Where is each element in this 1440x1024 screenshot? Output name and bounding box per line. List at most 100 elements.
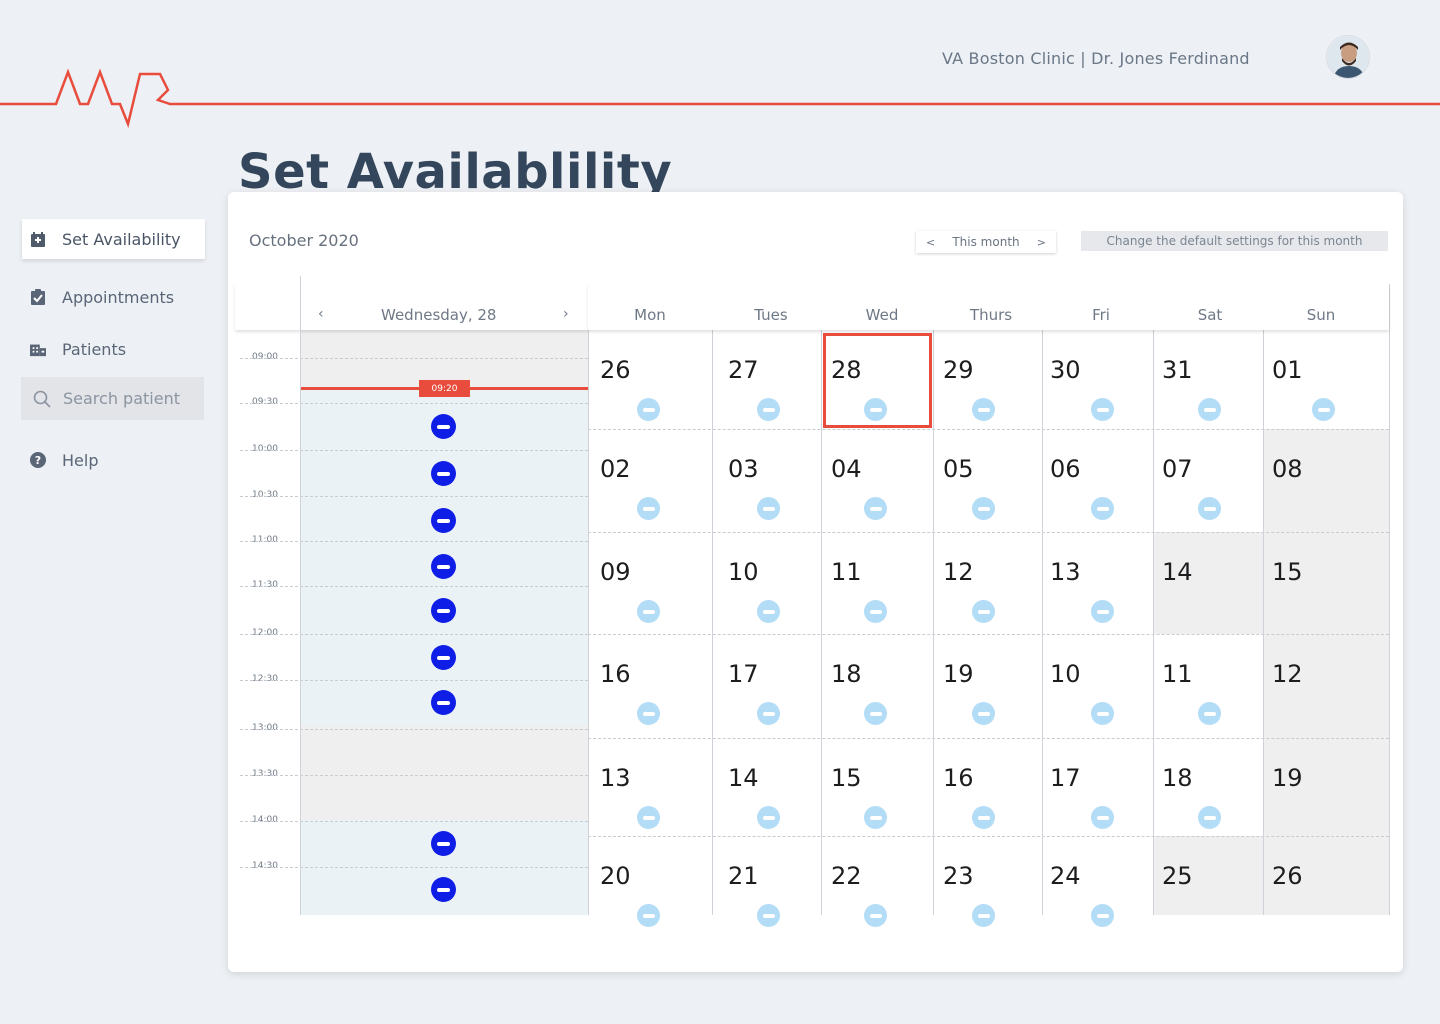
remove-availability-button[interactable] <box>757 904 780 927</box>
date-number: 19 <box>943 660 974 688</box>
weekday-label: Tues <box>754 306 788 324</box>
remove-availability-button[interactable] <box>637 600 660 623</box>
date-number: 09 <box>600 558 631 586</box>
remove-slot-button[interactable] <box>431 598 456 623</box>
remove-slot-button[interactable] <box>431 461 456 486</box>
day-view-divider <box>300 276 301 915</box>
remove-availability-button[interactable] <box>1091 904 1114 927</box>
search-icon <box>33 390 51 408</box>
search-placeholder: Search patient <box>63 389 180 408</box>
remove-slot-button[interactable] <box>431 831 456 856</box>
remove-availability-button[interactable] <box>637 806 660 829</box>
remove-availability-button[interactable] <box>757 702 780 725</box>
remove-availability-button[interactable] <box>1312 398 1335 421</box>
time-axis: 09:00 09:30 10:00 10:30 11:00 11:30 12:00 12:30… <box>240 330 301 915</box>
remove-availability-button[interactable] <box>972 398 995 421</box>
date-number: 20 <box>600 862 631 890</box>
search-patient-input[interactable]: Search patient <box>21 377 204 420</box>
remove-availability-button[interactable] <box>864 904 887 927</box>
prev-day-button[interactable]: ‹ <box>318 306 324 322</box>
this-month-button[interactable]: This month <box>952 235 1019 249</box>
sidebar-item-set-availability[interactable]: Set Availability <box>22 219 205 259</box>
remove-availability-button[interactable] <box>1091 398 1114 421</box>
weekday-label: Wed <box>865 306 899 324</box>
logo-heartbeat-line <box>0 68 1440 129</box>
time-label: 11:30 <box>252 580 278 590</box>
date-number: 22 <box>831 862 862 890</box>
date-number: 26 <box>600 356 631 384</box>
remove-availability-button[interactable] <box>757 497 780 520</box>
remove-availability-button[interactable] <box>972 600 995 623</box>
remove-availability-button[interactable] <box>1198 806 1221 829</box>
sidebar-item-help[interactable]: ? Help <box>22 440 98 480</box>
sidebar-item-patients[interactable]: Patients <box>22 329 126 369</box>
date-number: 29 <box>943 356 974 384</box>
remove-availability-button[interactable] <box>1091 702 1114 725</box>
date-number: 11 <box>831 558 862 586</box>
remove-availability-button[interactable] <box>637 497 660 520</box>
remove-availability-button[interactable] <box>864 806 887 829</box>
next-day-button[interactable]: › <box>563 306 569 322</box>
time-slot-divider <box>240 586 588 587</box>
weekday-header: Mon Tues Wed Thurs Fri Sat Sun <box>588 284 1389 330</box>
date-number: 17 <box>1050 764 1081 792</box>
remove-availability-button[interactable] <box>1091 806 1114 829</box>
time-slot-divider <box>240 358 588 359</box>
remove-availability-button[interactable] <box>864 702 887 725</box>
change-default-settings-button[interactable]: Change the default settings for this mon… <box>1081 231 1388 251</box>
next-month-button[interactable]: > <box>1037 236 1046 249</box>
date-number: 02 <box>600 455 631 483</box>
remove-availability-button[interactable] <box>1198 702 1221 725</box>
remove-availability-button[interactable] <box>972 904 995 927</box>
remove-availability-button[interactable] <box>972 806 995 829</box>
date-number: 31 <box>1162 356 1193 384</box>
avatar[interactable] <box>1326 35 1370 79</box>
date-number: 27 <box>728 356 759 384</box>
remove-slot-button[interactable] <box>431 414 456 439</box>
remove-slot-button[interactable] <box>431 877 456 902</box>
calendar-icon <box>30 231 46 247</box>
prev-month-button[interactable]: < <box>926 236 935 249</box>
remove-slot-button[interactable] <box>431 690 456 715</box>
time-slot-divider <box>240 775 588 776</box>
remove-availability-button[interactable] <box>757 806 780 829</box>
date-number: 11 <box>1162 660 1193 688</box>
remove-availability-button[interactable] <box>1091 497 1114 520</box>
remove-availability-button[interactable] <box>637 398 660 421</box>
remove-availability-button[interactable] <box>637 702 660 725</box>
remove-availability-button[interactable] <box>972 702 995 725</box>
selected-date-highlight <box>823 333 932 428</box>
date-number: 14 <box>728 764 759 792</box>
date-number: 30 <box>1050 356 1081 384</box>
date-number: 17 <box>728 660 759 688</box>
clinic-doctor-info: VA Boston Clinic | Dr. Jones Ferdinand <box>942 49 1250 68</box>
date-number: 19 <box>1272 764 1303 792</box>
sidebar-item-label: Patients <box>62 339 127 359</box>
time-label: 14:30 <box>252 861 278 871</box>
date-number: 03 <box>728 455 759 483</box>
time-slot-divider <box>240 680 588 681</box>
remove-availability-button[interactable] <box>864 600 887 623</box>
remove-slot-button[interactable] <box>431 508 456 533</box>
remove-availability-button[interactable] <box>1091 600 1114 623</box>
remove-availability-button[interactable] <box>637 904 660 927</box>
sidebar-item-appointments[interactable]: Appointments <box>22 277 174 317</box>
time-label: 14:00 <box>252 815 278 825</box>
remove-availability-button[interactable] <box>864 497 887 520</box>
time-label: 13:30 <box>252 769 278 779</box>
time-slot-divider <box>240 403 588 404</box>
remove-availability-button[interactable] <box>972 497 995 520</box>
remove-availability-button[interactable] <box>757 398 780 421</box>
remove-slot-button[interactable] <box>431 645 456 670</box>
remove-availability-button[interactable] <box>1198 497 1221 520</box>
remove-availability-button[interactable] <box>1198 398 1221 421</box>
remove-availability-button[interactable] <box>757 600 780 623</box>
time-label: 10:30 <box>252 490 278 500</box>
remove-slot-button[interactable] <box>431 554 456 579</box>
date-number: 18 <box>831 660 862 688</box>
weekday-label: Sun <box>1306 306 1336 324</box>
time-label: 10:00 <box>252 444 278 454</box>
building-icon <box>30 341 46 357</box>
weekday-label: Thurs <box>969 306 1013 324</box>
time-label: 09:00 <box>252 352 278 362</box>
